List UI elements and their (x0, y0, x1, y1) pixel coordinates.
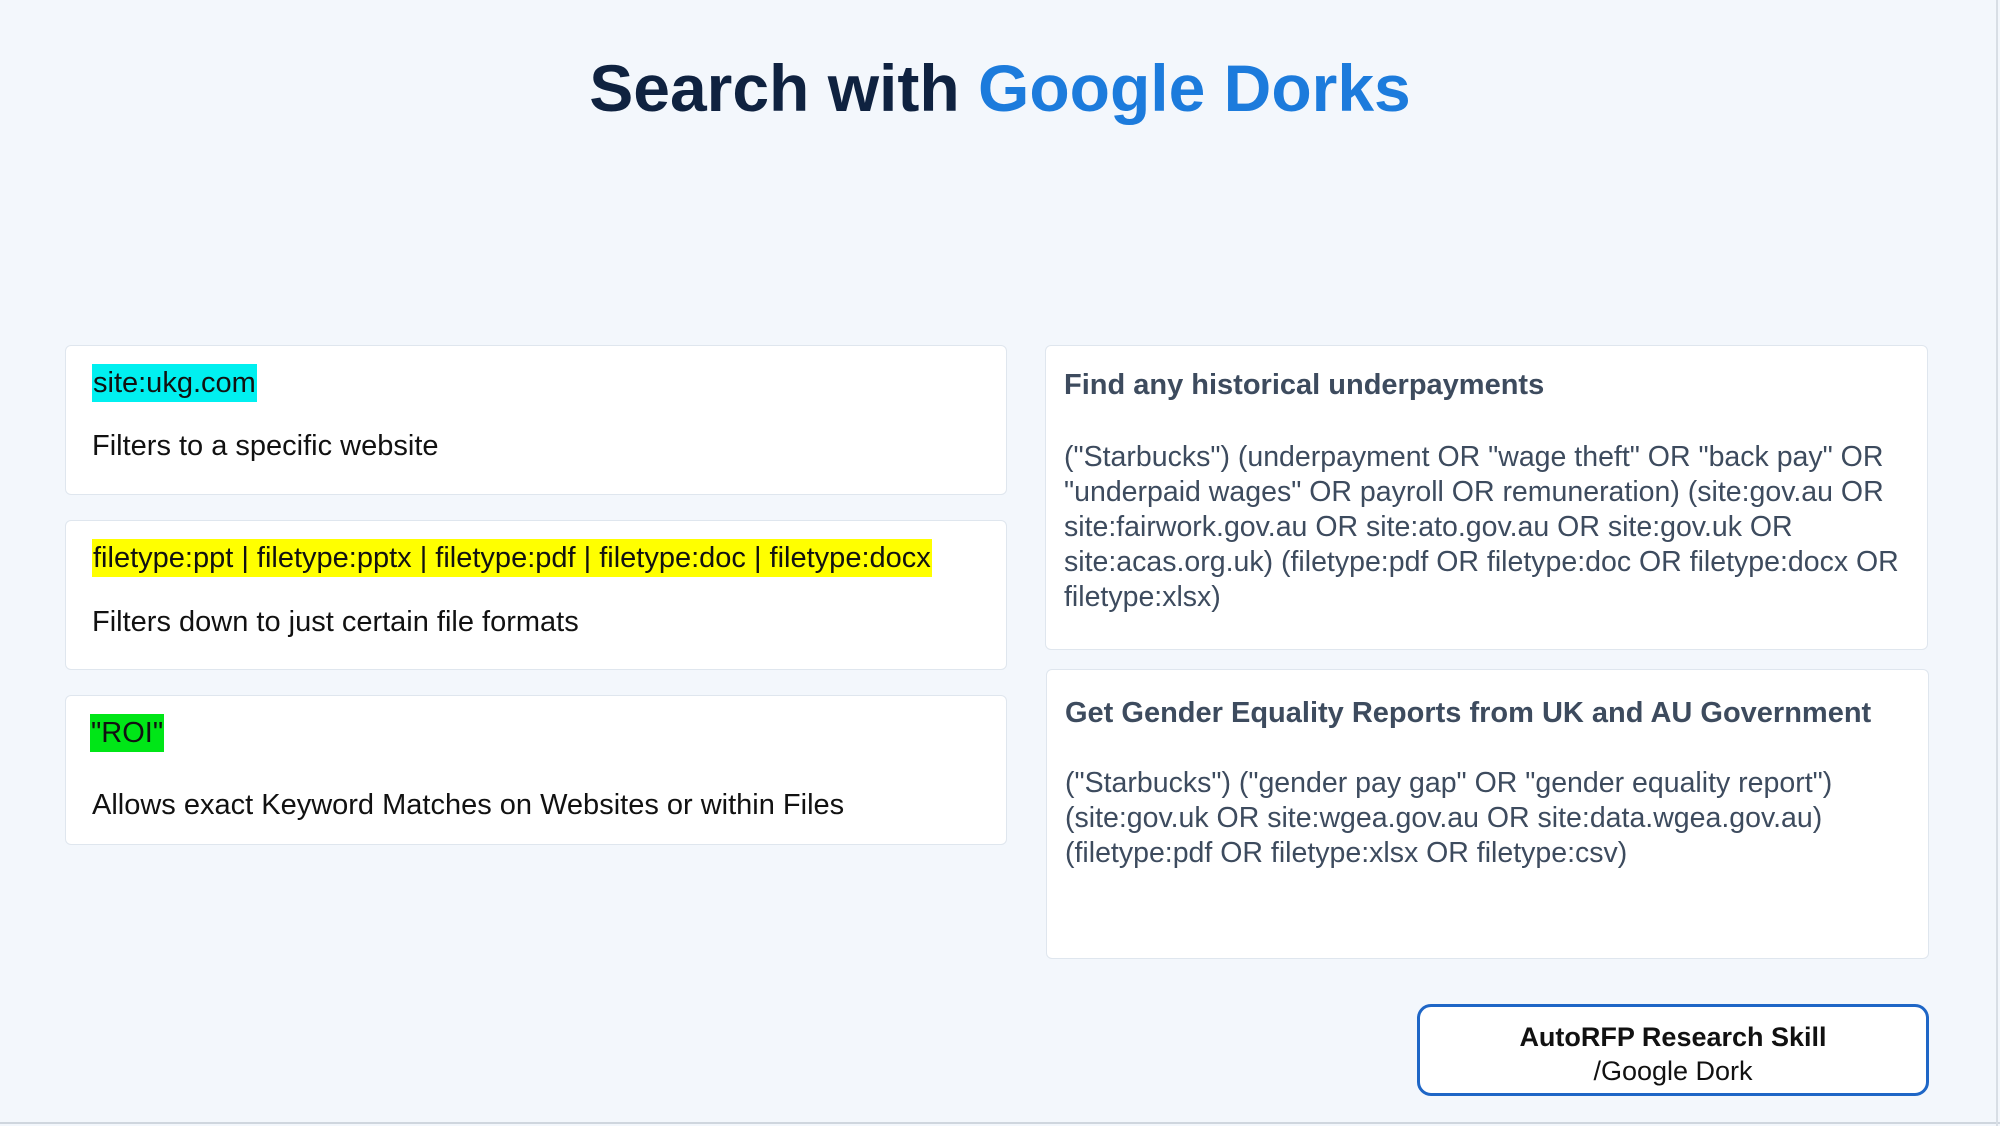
badge-title: AutoRFP Research Skill (1519, 1022, 1827, 1052)
example-query-underpayments: ("Starbucks") (underpayment OR "wage the… (1064, 441, 1899, 613)
title-prefix: Search with (589, 51, 979, 125)
tip-card-filetype: filetype:ppt | filetype:pptx | filetype:… (65, 520, 1007, 670)
right-edge-divider (1996, 0, 1998, 1126)
page-title: Search with Google Dorks (0, 50, 2000, 126)
tip-description-filetype: Filters down to just certain file format… (92, 606, 579, 638)
bottom-divider (0, 1122, 2000, 1124)
title-accent: Google Dorks (978, 51, 1411, 125)
example-card-underpayments: Find any historical underpayments ("Star… (1045, 345, 1928, 650)
tip-code-exact-match: "ROI" (90, 714, 165, 752)
skill-badge: AutoRFP Research Skill /Google Dork (1417, 1004, 1929, 1096)
example-card-gender-equality: Get Gender Equality Reports from UK and … (1046, 669, 1929, 959)
tip-card-exact-match: "ROI" Allows exact Keyword Matches on We… (65, 695, 1007, 845)
tip-description-exact-match: Allows exact Keyword Matches on Websites… (92, 789, 845, 821)
tip-code-site: site:ukg.com (92, 364, 257, 402)
tip-description-site: Filters to a specific website (92, 430, 439, 462)
example-heading-gender-equality: Get Gender Equality Reports from UK and … (1065, 697, 1872, 729)
example-query-gender-equality: ("Starbucks") ("gender pay gap" OR "gend… (1065, 767, 1833, 869)
badge-subtitle: /Google Dork (1593, 1056, 1753, 1086)
example-heading-underpayments: Find any historical underpayments (1064, 369, 1545, 401)
tip-code-filetype: filetype:ppt | filetype:pptx | filetype:… (92, 539, 932, 577)
tip-card-site: site:ukg.com Filters to a specific websi… (65, 345, 1007, 495)
